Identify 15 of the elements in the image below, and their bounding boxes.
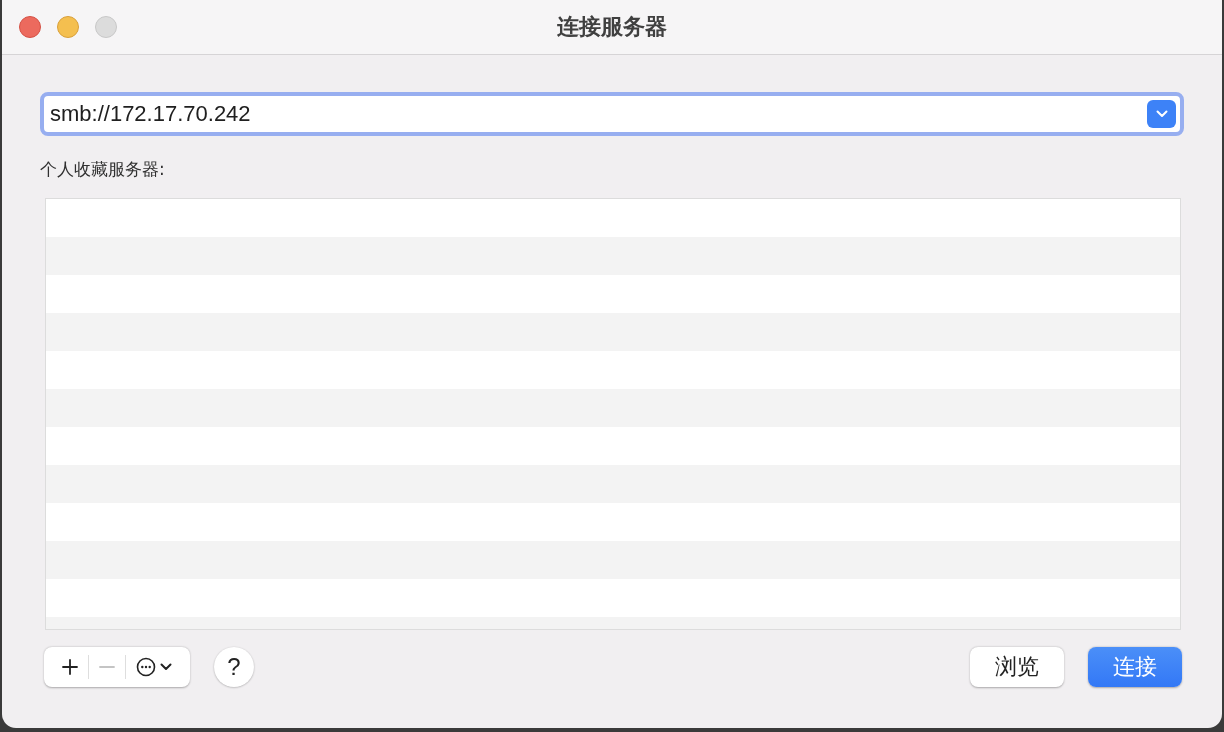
favorites-label: 个人收藏服务器: <box>40 158 165 181</box>
minus-icon <box>99 666 115 668</box>
chevron-down-icon <box>160 663 172 671</box>
address-field[interactable]: smb://172.17.70.242 <box>50 101 1147 127</box>
help-button[interactable]: ? <box>214 647 254 687</box>
window-title: 连接服务器 <box>557 13 667 41</box>
dropdown-button[interactable] <box>1147 100 1176 128</box>
address-combo-box[interactable]: smb://172.17.70.242 <box>40 92 1184 136</box>
plus-icon <box>62 659 78 675</box>
chevron-down-icon <box>1155 110 1168 118</box>
close-window-button[interactable] <box>19 16 41 38</box>
dialog-button[interactable]: 浏览 <box>970 647 1064 687</box>
minimize-window-button[interactable] <box>57 16 79 38</box>
ellipsis-circle-icon <box>136 657 156 677</box>
dialog-button[interactable]: 连接 <box>1088 647 1182 687</box>
